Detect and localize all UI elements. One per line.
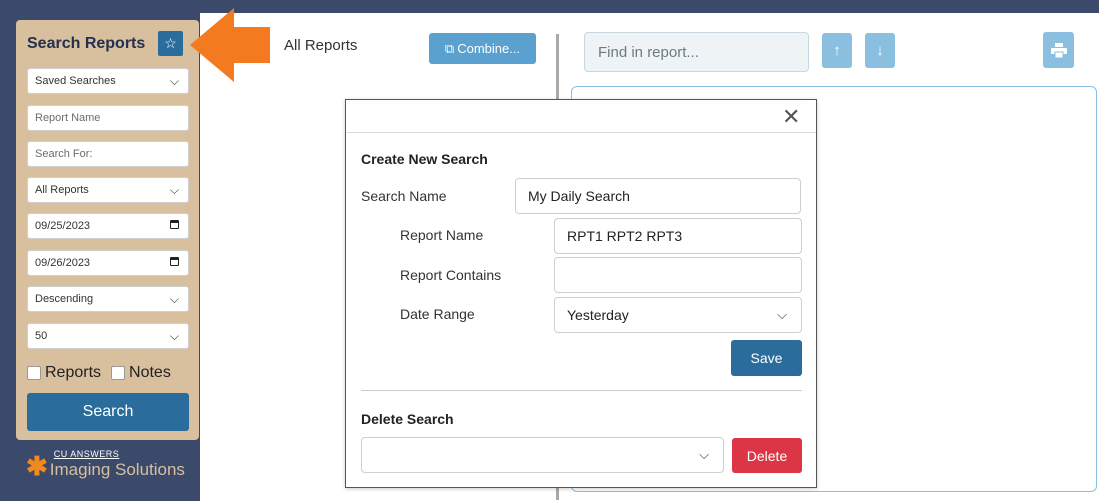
modal-report-name-input[interactable]: RPT1 RPT2 RPT3 xyxy=(554,218,802,254)
all-reports-label: All Reports xyxy=(284,37,358,54)
printer-icon xyxy=(1050,42,1067,58)
delete-button[interactable]: Delete xyxy=(732,438,802,473)
sort-order-value: Descending xyxy=(35,293,94,305)
search-name-input[interactable]: My Daily Search xyxy=(515,178,801,214)
page-size-select[interactable]: 50 ⌵ xyxy=(27,323,189,349)
arrow-down-icon: ↓ xyxy=(876,42,884,59)
next-match-button[interactable]: ↓ xyxy=(865,33,895,68)
logo-main-text: Imaging Solutions xyxy=(49,460,185,479)
create-search-modal: ✕ Create New Search Search Name My Daily… xyxy=(345,99,817,488)
saved-searches-value: Saved Searches xyxy=(35,75,116,87)
date-to-value: 09/26/2023 xyxy=(35,257,91,269)
date-from-input[interactable]: 09/25/2023 xyxy=(27,213,189,239)
find-in-report-input[interactable]: Find in report... xyxy=(584,32,809,72)
delete-search-heading: Delete Search xyxy=(361,411,454,427)
notes-checkbox[interactable] xyxy=(111,366,126,380)
report-type-value: All Reports xyxy=(35,184,89,196)
annotation-arrow-icon xyxy=(190,8,270,82)
search-name-value: My Daily Search xyxy=(528,188,630,204)
create-search-heading: Create New Search xyxy=(361,151,488,167)
report-name-input[interactable]: Report Name xyxy=(27,105,189,131)
print-button[interactable] xyxy=(1043,32,1074,68)
save-button[interactable]: Save xyxy=(731,340,802,376)
report-contains-input[interactable] xyxy=(554,257,802,293)
combine-button[interactable]: ⧉ Combine... xyxy=(429,33,536,64)
chevron-down-icon: ⌵ xyxy=(169,329,179,343)
date-range-label: Date Range xyxy=(400,306,475,322)
report-contains-label: Report Contains xyxy=(400,267,502,283)
chevron-down-icon: ⌵ xyxy=(777,307,787,322)
reports-checkbox-label: Reports xyxy=(45,364,102,381)
page-size-value: 50 xyxy=(35,330,48,342)
calendar-icon[interactable] xyxy=(170,220,179,229)
combine-label: Combine... xyxy=(457,41,521,56)
reports-checkbox[interactable] xyxy=(27,366,41,380)
report-name-label: Report Name xyxy=(400,227,484,243)
search-name-label: Search Name xyxy=(361,188,447,204)
search-for-input[interactable]: Search For: xyxy=(27,141,189,167)
chevron-down-icon: ⌵ xyxy=(169,74,179,88)
previous-match-button[interactable]: ↑ xyxy=(822,33,852,68)
report-name-placeholder: Report Name xyxy=(35,112,101,124)
modal-header-divider xyxy=(346,132,816,133)
star-icon: ☆ xyxy=(164,35,177,51)
close-icon[interactable]: ✕ xyxy=(782,104,800,130)
combine-icon: ⧉ xyxy=(444,40,455,56)
find-placeholder: Find in report... xyxy=(598,43,699,61)
chevron-down-icon: ⌵ xyxy=(169,292,179,306)
logo-small-text: CU ANSWERS xyxy=(53,449,120,459)
search-button[interactable]: Search xyxy=(27,393,189,431)
filter-checkboxes: Reports Notes xyxy=(27,363,171,383)
arrow-up-icon: ↑ xyxy=(833,42,841,59)
chevron-down-icon: ⌵ xyxy=(699,447,709,462)
delete-search-select[interactable]: ⌵ xyxy=(361,437,724,473)
report-type-select[interactable]: All Reports ⌵ xyxy=(27,177,189,203)
chevron-down-icon: ⌵ xyxy=(169,183,179,197)
search-for-placeholder: Search For: xyxy=(35,148,93,160)
company-logo: ✱ CU ANSWERS Imaging Solutions xyxy=(26,449,185,481)
date-from-value: 09/25/2023 xyxy=(35,220,91,232)
date-to-input[interactable]: 09/26/2023 xyxy=(27,250,189,276)
modal-section-divider xyxy=(361,390,802,391)
notes-checkbox-label: Notes xyxy=(129,364,171,381)
favorite-search-button[interactable]: ☆ xyxy=(158,31,183,56)
report-name-value: RPT1 RPT2 RPT3 xyxy=(567,228,683,244)
top-bar xyxy=(0,0,1099,13)
date-range-value: Yesterday xyxy=(567,307,629,323)
logo-mark-icon: ✱ xyxy=(26,451,48,481)
calendar-icon[interactable] xyxy=(170,257,179,266)
sort-order-select[interactable]: Descending ⌵ xyxy=(27,286,189,312)
sidebar-title: Search Reports xyxy=(27,35,146,52)
date-range-select[interactable]: Yesterday ⌵ xyxy=(554,297,802,333)
saved-searches-select[interactable]: Saved Searches ⌵ xyxy=(27,68,189,94)
